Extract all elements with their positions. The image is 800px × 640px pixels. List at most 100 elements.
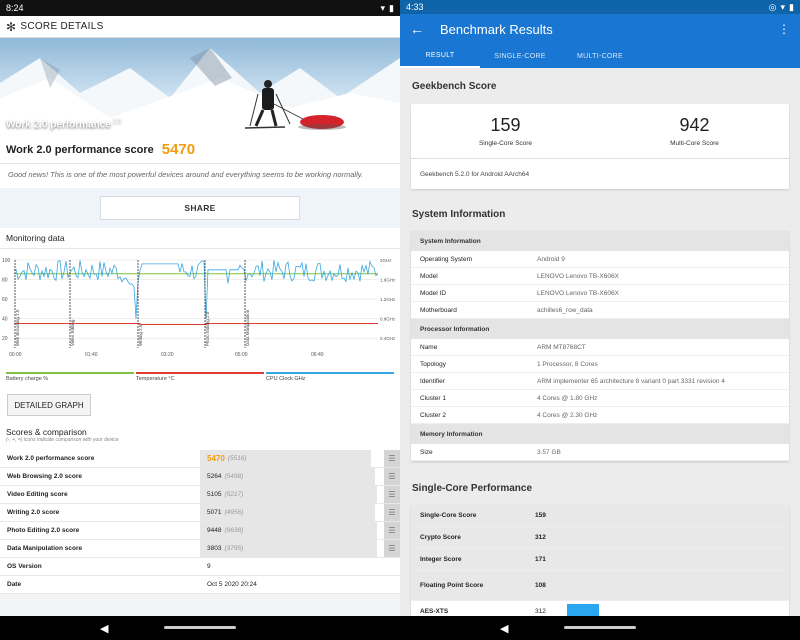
score-previous: (9638)	[224, 527, 244, 534]
app-bar: ← Benchmark Results ⋮	[400, 14, 800, 44]
equal-icon[interactable]: ☰	[384, 468, 400, 485]
info-row: Topology 1 Processor, 8 Cores	[411, 356, 789, 373]
info-value: achilles6_row_data	[537, 306, 593, 314]
single-core-row: Single-Core Score 159	[411, 505, 789, 527]
equal-icon[interactable]: ☰	[384, 504, 400, 521]
info-row: Identifier ARM implementer 65 architectur…	[411, 373, 789, 390]
processor-info-header: Processor Information	[411, 319, 789, 339]
equal-icon[interactable]: ☰	[384, 540, 400, 557]
score-name: Work 2.0 performance score	[7, 455, 95, 462]
wifi-icon: ▾	[380, 2, 386, 13]
score-previous: (5217)	[224, 491, 244, 498]
geekbench-section-title: Geekbench Score	[412, 80, 497, 92]
x-tick-label: 05:00	[235, 352, 248, 358]
info-label: OS Version	[7, 563, 42, 570]
score-row: Photo Editing 2.0 score 9448 (9638) ☰	[0, 522, 400, 540]
info-key: Identifier	[420, 377, 445, 385]
share-button[interactable]: SHARE	[100, 196, 300, 220]
score-value: 5264	[207, 473, 222, 480]
info-label: Date	[7, 581, 22, 588]
score-row: Video Editing score 5105 (5217) ☰	[0, 486, 400, 504]
single-core-row: Floating Point Score 108	[411, 571, 789, 601]
temperature-series	[14, 323, 378, 326]
info-row: Cluster 2 4 Cores @ 2.30 GHz	[411, 407, 789, 424]
multi-core-label: Multi-Core Score	[670, 140, 719, 147]
score-value: 5470	[207, 454, 225, 463]
home-pill[interactable]	[164, 626, 236, 629]
monitoring-chart: 100 80 60 40 20 2GHz 1.6GHz 1.2GHz 0.8GHz 0.4GHz 0…	[2, 258, 396, 358]
info-value: ARM MT8768CT	[537, 343, 586, 351]
multi-core-value: 942	[679, 115, 710, 135]
score-row: Writing 2.0 score 5071 (4956) ☰	[0, 504, 400, 522]
segment-label: Video Editing	[70, 319, 75, 346]
info-value: 3.57 GB	[537, 448, 561, 456]
equal-icon[interactable]: ☰	[384, 450, 400, 467]
system-info-header: System Information	[411, 231, 789, 251]
y-tick-label: 60	[2, 297, 8, 303]
info-value: 4 Cores @ 1.80 GHz	[537, 394, 598, 402]
equal-icon[interactable]: ☰	[384, 486, 400, 503]
score-previous: (5498)	[224, 473, 244, 480]
more-vert-icon[interactable]: ⋮	[778, 22, 790, 36]
x-tick-label: 06:40	[311, 352, 324, 358]
single-core-label: Single-Core Score	[478, 140, 533, 147]
clock-tick-label: 1.2GHz	[380, 297, 396, 302]
back-icon[interactable]: ◀	[100, 622, 108, 635]
score-value: 5470	[161, 141, 196, 158]
system-info-section-title: System Information	[412, 208, 506, 220]
y-tick-label: 80	[2, 278, 8, 284]
nav-bar: ◀	[400, 616, 800, 640]
score-previous: (3795)	[224, 545, 244, 552]
info-key: Topology	[420, 360, 447, 368]
arrow-back-icon[interactable]: ←	[410, 21, 424, 37]
score-summary: Work 2.0 performance score 5470	[0, 136, 400, 164]
tab-multi-core[interactable]: MULTI-CORE	[560, 44, 640, 68]
single-core-value: 159	[535, 512, 546, 519]
detailed-graph-button[interactable]: DETAILED GRAPH	[7, 394, 91, 416]
info-row: Model LENOVO Lenovo TB-X606X	[411, 268, 789, 285]
score-cell: 3803 (3795)	[200, 540, 384, 557]
single-core-row: Crypto Score 312	[411, 527, 789, 549]
clock-tick-label: 0.8GHz	[380, 317, 396, 322]
score-previous: (4956)	[224, 509, 244, 516]
segment-label: Photo Editing 2.0	[205, 311, 210, 346]
tab-single-core[interactable]: SINGLE-CORE	[480, 44, 560, 68]
multi-core-score: 942 Multi-Core Score	[600, 104, 789, 158]
info-row: Motherboard achilles6_row_data	[411, 302, 789, 319]
single-core-value: 312	[535, 534, 546, 541]
single-core-value: 159	[490, 115, 521, 135]
single-core-value: 312	[535, 608, 546, 615]
hero-version: 2.0	[112, 118, 122, 125]
info-row: Cluster 1 4 Cores @ 1.80 GHz	[411, 390, 789, 407]
info-value: 9	[200, 558, 400, 575]
share-section: SHARE	[0, 188, 400, 228]
score-cell: 5105 (5217)	[200, 486, 384, 503]
score-previous: (5516)	[227, 455, 247, 462]
score-bar	[200, 450, 372, 467]
battery-icon: ▮	[389, 2, 394, 13]
single-core-key: Crypto Score	[420, 534, 461, 541]
home-pill[interactable]	[564, 626, 636, 629]
info-value: 1 Processor, 8 Cores	[537, 360, 598, 368]
single-core-key: Floating Point Score	[420, 582, 484, 589]
scores-comparison-title: Scores & comparison	[6, 427, 87, 437]
gear-icon[interactable]: ✻	[6, 20, 16, 34]
alarm-icon: ◎	[768, 1, 777, 12]
score-name: Photo Editing 2.0 score	[7, 527, 80, 534]
status-bar: 4:33 ◎ ▾ ▮	[400, 0, 800, 14]
info-key: Motherboard	[420, 306, 457, 314]
single-core-value: 108	[535, 582, 546, 589]
legend-item: Temperature °C	[136, 372, 264, 382]
app-bar: ✻ SCORE DETAILS	[0, 16, 400, 38]
single-core-score: 159 Single-Core Score	[411, 104, 600, 158]
info-value: Oct 5 2020 20:24	[200, 576, 400, 593]
equal-icon[interactable]: ☰	[384, 522, 400, 539]
info-key: Size	[420, 448, 433, 456]
tab-result[interactable]: RESULT	[400, 44, 480, 68]
info-key: Name	[420, 343, 438, 351]
back-icon[interactable]: ◀	[500, 622, 508, 635]
score-value: 9448	[207, 527, 222, 534]
clock-tick-label: 0.4GHz	[380, 336, 396, 341]
x-tick-label: 03:20	[161, 352, 174, 358]
hero-image: Work 2.0 performance 2.0	[0, 38, 400, 136]
